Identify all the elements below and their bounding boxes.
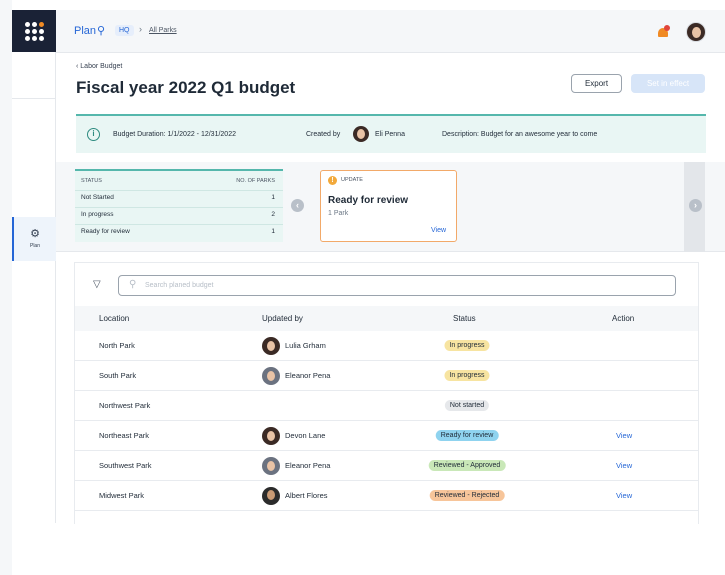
status-badge: In progress: [444, 370, 490, 381]
updated-by-cell: Albert Flores: [285, 491, 328, 500]
status-summary-table: STATUS NO. OF PARKS Not Started 1 In pro…: [75, 169, 283, 242]
export-button[interactable]: Export: [571, 74, 622, 93]
view-link[interactable]: View: [616, 491, 632, 500]
avatar[interactable]: [686, 22, 706, 42]
sidebar-item-label: Plan: [29, 243, 40, 249]
plan-nav-link[interactable]: Plan: [74, 25, 96, 37]
left-rail: ⚙ Plan: [12, 10, 56, 523]
avatar: [353, 126, 369, 142]
page-title: Fiscal year 2022 Q1 budget: [76, 78, 296, 97]
chevron-right-icon: ›: [139, 24, 142, 34]
status-summary-row: In progress 2: [81, 211, 275, 222]
hq-badge[interactable]: HQ: [115, 25, 134, 36]
column-header-updated-by[interactable]: Updated by: [262, 314, 303, 323]
updated-by-cell: Lulia Grham: [285, 341, 326, 350]
page-gutter: [0, 0, 12, 575]
status-count: 1: [271, 228, 275, 235]
search-placeholder: Search planed budget: [145, 282, 214, 289]
table-row[interactable]: North Park Lulia Grham In progress: [75, 331, 698, 361]
back-link-label: Labor Budget: [80, 63, 123, 70]
search-icon[interactable]: ⚲: [97, 24, 105, 37]
notification-dot: [664, 25, 670, 31]
gear-icon: ⚙: [30, 228, 40, 240]
status-name: Not Started: [81, 194, 114, 201]
update-view-link[interactable]: View: [431, 227, 446, 234]
search-input[interactable]: ⚲ Search planed budget: [118, 275, 676, 296]
alert-icon: !: [328, 176, 337, 185]
table-row[interactable]: Northeast Park Devon Lane Ready for revi…: [75, 421, 698, 451]
rail-divider: [12, 98, 56, 99]
divider: [75, 207, 283, 208]
top-bar: Plan ⚲ HQ › All Parks: [56, 10, 725, 53]
table-row[interactable]: Southwest Park Eleanor Pena Reviewed - A…: [75, 451, 698, 481]
column-header-status[interactable]: Status: [453, 314, 476, 323]
app-root: ⚙ Plan Plan ⚲ HQ › All Parks ‹ Labor Bud…: [0, 0, 725, 575]
updated-by-cell: Devon Lane: [285, 431, 326, 440]
bell-icon[interactable]: [657, 25, 670, 39]
chevron-right-icon[interactable]: ›: [689, 199, 702, 212]
status-summary-row: Ready for review 1: [81, 228, 275, 239]
filter-icon[interactable]: ▽: [93, 279, 101, 290]
avatar: [262, 427, 280, 445]
status-name: In progress: [81, 211, 114, 218]
location-cell: Southwest Park: [99, 461, 152, 470]
chevron-left-icon[interactable]: ‹: [291, 199, 304, 212]
status-badge: Reviewed - Rejected: [429, 490, 505, 501]
updated-by-cell: Eleanor Pena: [285, 371, 331, 380]
status-badge: Not started: [444, 400, 490, 411]
created-by-name: Eli Penna: [375, 131, 405, 138]
created-by-label: Created by: [306, 131, 341, 138]
table-row[interactable]: Northwest Park Not started: [75, 391, 698, 421]
update-tag: UPDATE: [341, 177, 363, 183]
status-count: 2: [271, 211, 275, 218]
budget-description: Description: Budget for an awesome year …: [442, 131, 598, 138]
table-header: Location Updated by Status Action: [75, 306, 698, 331]
status-name: Ready for review: [81, 228, 130, 235]
table-row[interactable]: Midwest Park Albert Flores Reviewed - Re…: [75, 481, 698, 511]
avatar: [262, 457, 280, 475]
status-summary-header: STATUS NO. OF PARKS: [81, 178, 275, 189]
budget-duration: Budget Duration: 1/1/2022 - 12/31/2022: [113, 131, 236, 138]
column-header-location[interactable]: Location: [99, 314, 129, 323]
app-launcher-button[interactable]: [12, 10, 56, 52]
view-link[interactable]: View: [616, 461, 632, 470]
back-link[interactable]: ‹ Labor Budget: [76, 63, 122, 70]
grid-dots-icon: [24, 21, 44, 41]
budget-table-panel: ▽ ⚲ Search planed budget Location Update…: [74, 262, 699, 524]
divider: [75, 224, 283, 225]
view-link[interactable]: View: [616, 431, 632, 440]
avatar: [262, 367, 280, 385]
location-cell: North Park: [99, 341, 135, 350]
count-column-header: NO. OF PARKS: [236, 178, 275, 184]
update-card[interactable]: ! UPDATE Ready for review 1 Park View: [320, 170, 457, 242]
column-header-action[interactable]: Action: [612, 314, 634, 323]
carousel-next-panel: ›: [684, 162, 705, 252]
location-cell: Midwest Park: [99, 491, 145, 500]
table-row[interactable]: South Park Eleanor Pena In progress: [75, 361, 698, 391]
status-strip: STATUS NO. OF PARKS Not Started 1 In pro…: [56, 162, 725, 252]
set-in-effect-button[interactable]: Set in effect: [631, 74, 705, 93]
location-cell: South Park: [99, 371, 137, 380]
location-cell: Northwest Park: [99, 401, 151, 410]
update-subtitle: 1 Park: [328, 210, 349, 217]
status-column-header: STATUS: [81, 178, 102, 184]
divider: [75, 190, 283, 191]
status-badge: Ready for review: [435, 430, 499, 441]
updated-by-cell: Eleanor Pena: [285, 461, 331, 470]
status-badge: In progress: [444, 340, 490, 351]
search-icon: ⚲: [129, 279, 137, 290]
status-count: 1: [271, 194, 275, 201]
status-badge: Reviewed - Approved: [428, 460, 506, 471]
info-icon: i: [87, 128, 100, 141]
budget-info-bar: i Budget Duration: 1/1/2022 - 12/31/2022…: [76, 114, 706, 153]
sidebar-item-plan[interactable]: ⚙ Plan: [12, 217, 56, 261]
avatar: [262, 487, 280, 505]
avatar: [262, 337, 280, 355]
breadcrumb[interactable]: All Parks: [149, 27, 177, 34]
update-title: Ready for review: [328, 195, 409, 206]
status-summary-row: Not Started 1: [81, 194, 275, 205]
location-cell: Northeast Park: [99, 431, 150, 440]
